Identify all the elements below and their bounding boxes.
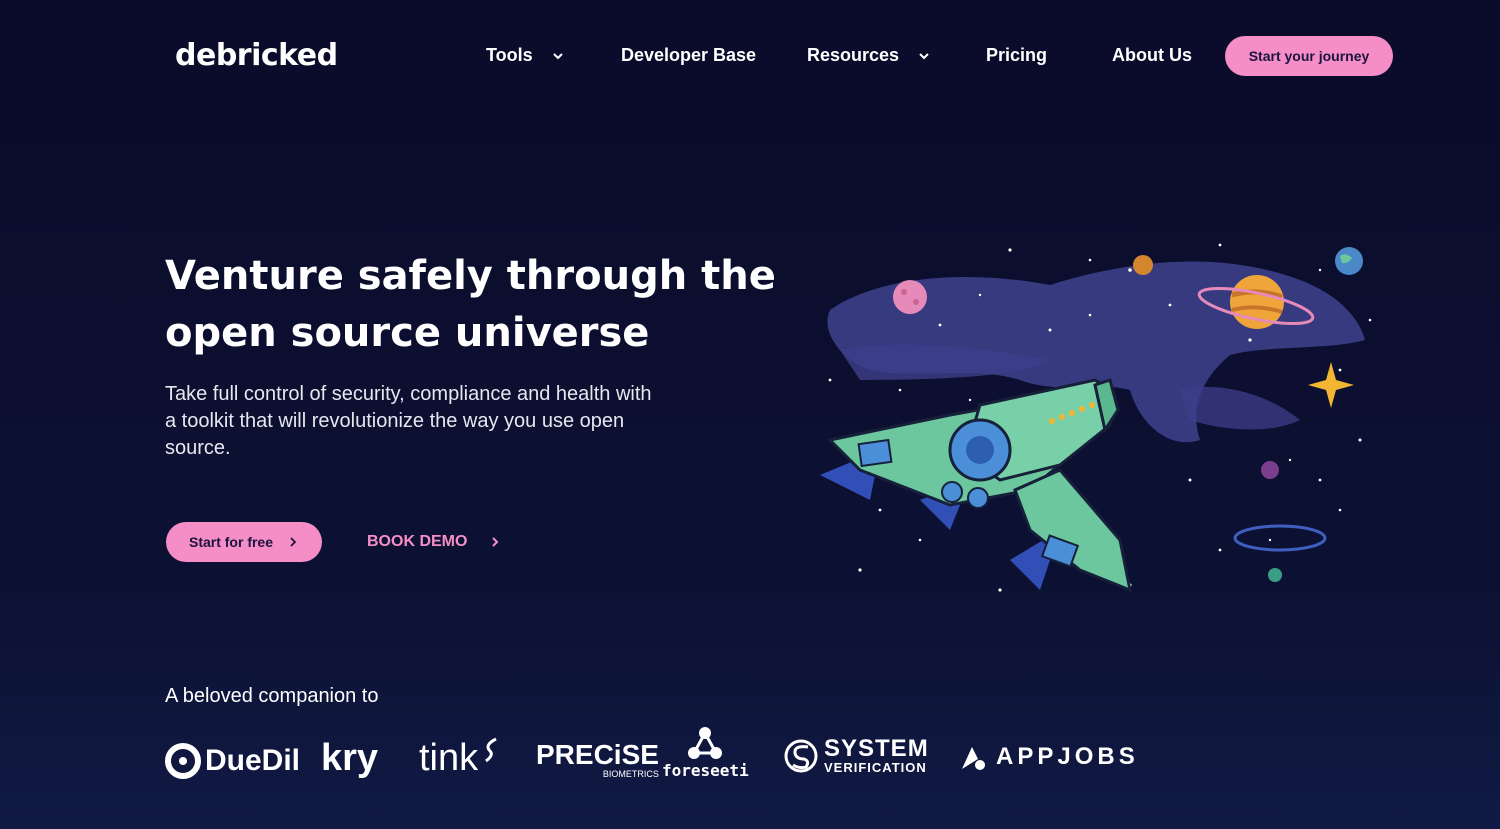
partner-logo-text: DueDil	[205, 744, 301, 777]
orange-planet	[1133, 255, 1153, 275]
nav-item-developer-base[interactable]: Developer Base	[621, 45, 756, 66]
partner-logo-appjobs: APPJOBS	[958, 743, 1139, 771]
partner-logo-text: SYSTEM	[824, 735, 929, 762]
partner-logo-text: PRECiSE	[536, 739, 659, 770]
nav-item-label: About Us	[1112, 45, 1192, 65]
partner-logo-text: tink	[419, 737, 479, 779]
nav-item-about-us[interactable]: About Us	[1112, 45, 1192, 66]
partner-logo-precise: PRECiSE BIOMETRICS	[536, 739, 659, 780]
nav-item-label: Pricing	[986, 45, 1048, 65]
book-demo-link[interactable]: BOOK DEMO	[367, 530, 501, 554]
partner-logo-tink: tink	[419, 737, 500, 780]
spaceship-illustration	[820, 243, 1372, 593]
partner-logo-subtext: VERIFICATION	[824, 760, 927, 775]
partner-logo-duedil: DueDil	[165, 743, 300, 779]
nav-item-resources[interactable]: Resources	[807, 45, 931, 66]
partner-logo-text: foreseeti	[662, 761, 749, 780]
nav-item-label: Developer Base	[621, 45, 757, 65]
nav-item-tools[interactable]: Tools	[486, 45, 565, 66]
partner-logo-kry: kry	[321, 737, 379, 779]
hero-title: Venture safely through the open source u…	[165, 253, 776, 356]
partner-logo-system-verification: SYSTEM VERIFICATION	[784, 737, 929, 775]
partner-logo-subtext: BIOMETRICS	[602, 769, 659, 779]
portal-ring	[1233, 524, 1327, 552]
sparkle-star	[1308, 362, 1354, 408]
chevron-down-icon	[552, 52, 563, 59]
partner-logo-strip: DueDil kry tink PRECiSE BIOMETRICS fores…	[165, 725, 1165, 795]
tink-mark-icon	[485, 737, 497, 762]
chevron-down-icon	[919, 52, 929, 59]
partner-logo-foreseeti: foreseeti	[662, 725, 749, 780]
start-for-free-button[interactable]: Start for free	[166, 522, 322, 562]
book-demo-label: BOOK DEMO	[367, 533, 468, 550]
purple-planet	[1261, 461, 1279, 479]
start-your-journey-button[interactable]: Start your journey	[1225, 36, 1393, 76]
debricked-logo[interactable]: debricked	[175, 38, 338, 73]
duedil-icon	[165, 743, 201, 779]
partner-logo-wordmark: SYSTEM VERIFICATION	[824, 737, 929, 775]
nav-item-pricing[interactable]: Pricing	[986, 45, 1047, 66]
earth-planet	[1335, 247, 1363, 275]
appjobs-icon	[962, 747, 985, 770]
system-verification-icon	[784, 739, 818, 773]
foreseeti-icon	[688, 727, 723, 759]
companion-heading: A beloved companion to	[165, 685, 379, 707]
nav-item-label: Resources	[807, 45, 900, 65]
hero-subtitle: Take full control of security, complianc…	[165, 383, 652, 459]
green-planet	[1268, 568, 1282, 582]
partner-logo-text: APPJOBS	[996, 743, 1139, 770]
chevron-right-icon	[290, 537, 297, 547]
start-for-free-label: Start for free	[188, 534, 274, 550]
spaceship	[820, 378, 1133, 593]
pink-planet	[893, 280, 927, 314]
nav-item-label: Tools	[486, 45, 533, 65]
site-header: debricked Tools Developer Base Resources…	[0, 0, 1500, 112]
chevron-right-icon	[492, 537, 499, 547]
